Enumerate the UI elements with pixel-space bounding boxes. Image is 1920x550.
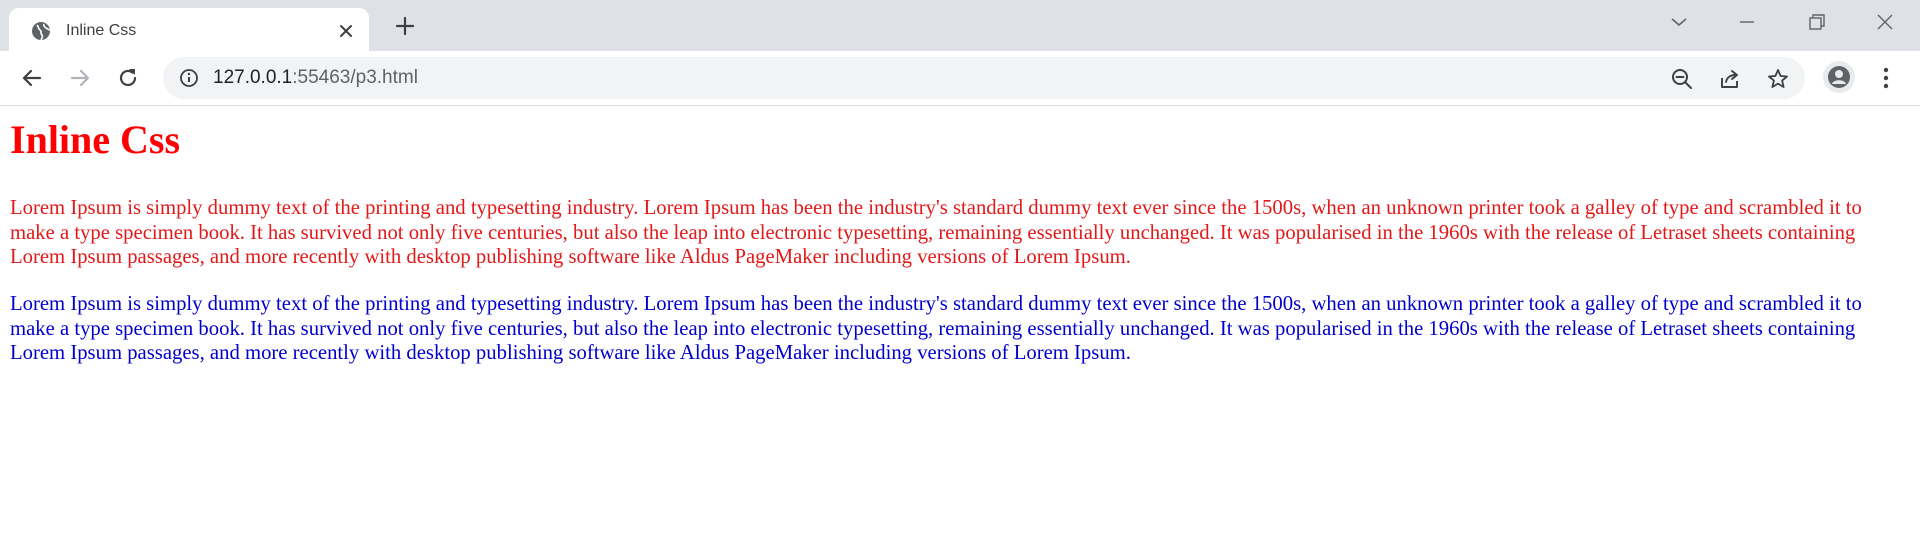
url-host: 127.0.0.1: [213, 67, 293, 88]
back-arrow-icon[interactable]: [19, 65, 45, 91]
zoom-out-icon[interactable]: [1670, 67, 1694, 91]
page-content: Inline Css Lorem Ipsum is simply dummy t…: [0, 106, 1920, 550]
tab-search-chevron-icon[interactable]: [1664, 10, 1694, 34]
tab-title: Inline Css: [66, 22, 137, 39]
profile-avatar[interactable]: [1823, 61, 1855, 93]
tab-strip: Inline Css: [0, 0, 1920, 51]
globe-icon: [32, 22, 51, 41]
minimize-icon[interactable]: [1732, 10, 1762, 34]
person-icon: [1828, 66, 1850, 88]
forward-arrow-icon[interactable]: [67, 65, 93, 91]
reload-icon[interactable]: [115, 65, 141, 91]
address-bar[interactable]: 127.0.0.1:55463/p3.html: [163, 57, 1805, 99]
bookmark-star-icon[interactable]: [1766, 67, 1790, 91]
more-menu-icon[interactable]: [1874, 65, 1898, 91]
paragraph-red: Lorem Ipsum is simply dummy text of the …: [10, 197, 1862, 269]
site-info-icon[interactable]: [179, 68, 199, 88]
url-path: :55463/p3.html: [292, 67, 418, 88]
paragraph-blue: Lorem Ipsum is simply dummy text of the …: [10, 293, 1862, 365]
close-window-icon[interactable]: [1870, 10, 1900, 34]
new-tab-icon[interactable]: [393, 14, 417, 38]
url-text[interactable]: 127.0.0.1:55463/p3.html: [213, 67, 418, 89]
browser-tab[interactable]: Inline Css: [9, 8, 369, 51]
page-heading: Inline Css: [10, 117, 181, 162]
share-icon[interactable]: [1718, 67, 1742, 91]
close-tab-icon[interactable]: [337, 22, 355, 40]
browser-toolbar: 127.0.0.1:55463/p3.html: [0, 51, 1920, 106]
restore-icon[interactable]: [1801, 10, 1831, 34]
